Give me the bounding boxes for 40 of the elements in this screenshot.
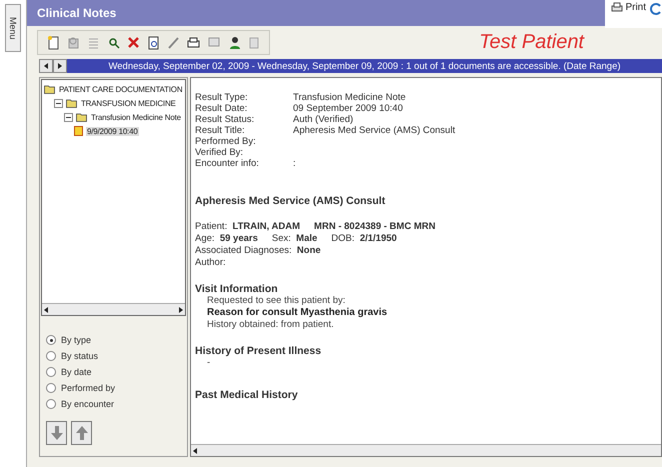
patient-name: Test Patient xyxy=(479,31,584,54)
field-value: 09 September 2009 10:40 xyxy=(293,103,404,114)
field-value: Transfusion Medicine Note xyxy=(293,92,407,103)
date-range-text: Wednesday, September 02, 2009 - Wednesday, September 09, 2009 : 1 out of 1 documents are accessible. (Date Range) xyxy=(107,60,622,72)
radio-label: By date xyxy=(61,367,92,377)
patient-info: Associated Diagnoses: None xyxy=(195,245,321,257)
document-title: Apheresis Med Service (AMS) Consult xyxy=(195,195,386,207)
tree-item[interactable]: PATIENT CARE DOCUMENTATION xyxy=(58,84,184,94)
patient-info: Age: 59 years xyxy=(195,233,258,245)
section-text: Reason for consult Myasthenia gravis xyxy=(207,307,388,319)
patient-info: Sex: Male xyxy=(272,233,318,245)
field-label: Result Status: xyxy=(195,114,256,125)
section-text: - xyxy=(207,357,212,369)
field-label: Result Title: xyxy=(195,125,246,136)
field-label: Encounter info: xyxy=(195,158,260,169)
tree-item[interactable]: TRANSFUSION MEDICINE xyxy=(80,98,177,108)
field-value: Auth (Verified) xyxy=(293,114,354,125)
tree-item[interactable]: Transfusion Medicine Note xyxy=(90,112,182,122)
section-text: Requested to see this patient by: xyxy=(207,295,346,307)
field-value: : xyxy=(293,158,297,169)
field-label: Result Date: xyxy=(195,103,248,114)
radio-label: By status xyxy=(61,351,98,361)
radio-label: By encounter xyxy=(61,399,114,409)
section-heading: Visit Information xyxy=(195,283,279,295)
window-title: Clinical Notes xyxy=(37,6,116,20)
field-value: Apheresis Med Service (AMS) Consult xyxy=(293,125,456,136)
patient-info: Author: xyxy=(195,257,226,269)
patient-info: MRN - 8024389 - BMC MRN xyxy=(314,221,436,233)
menu-tab[interactable]: Menu xyxy=(5,4,21,52)
field-label: Verified By: xyxy=(195,147,244,158)
tree-item[interactable]: 9/9/2009 10:40 xyxy=(86,126,139,136)
patient-info: Patient: LTRAIN, ADAM xyxy=(195,221,300,233)
section-heading: History of Present Illness xyxy=(195,345,322,357)
section-heading: Past Medical History xyxy=(195,389,299,401)
field-label: Performed By: xyxy=(195,136,257,147)
field-label: Result Type: xyxy=(195,92,249,103)
section-text: History obtained: from patient. xyxy=(207,319,335,331)
patient-info: DOB: 2/1/1950 xyxy=(331,233,397,245)
radio-label: By type xyxy=(61,335,92,345)
radio-label: Performed by xyxy=(61,383,116,393)
